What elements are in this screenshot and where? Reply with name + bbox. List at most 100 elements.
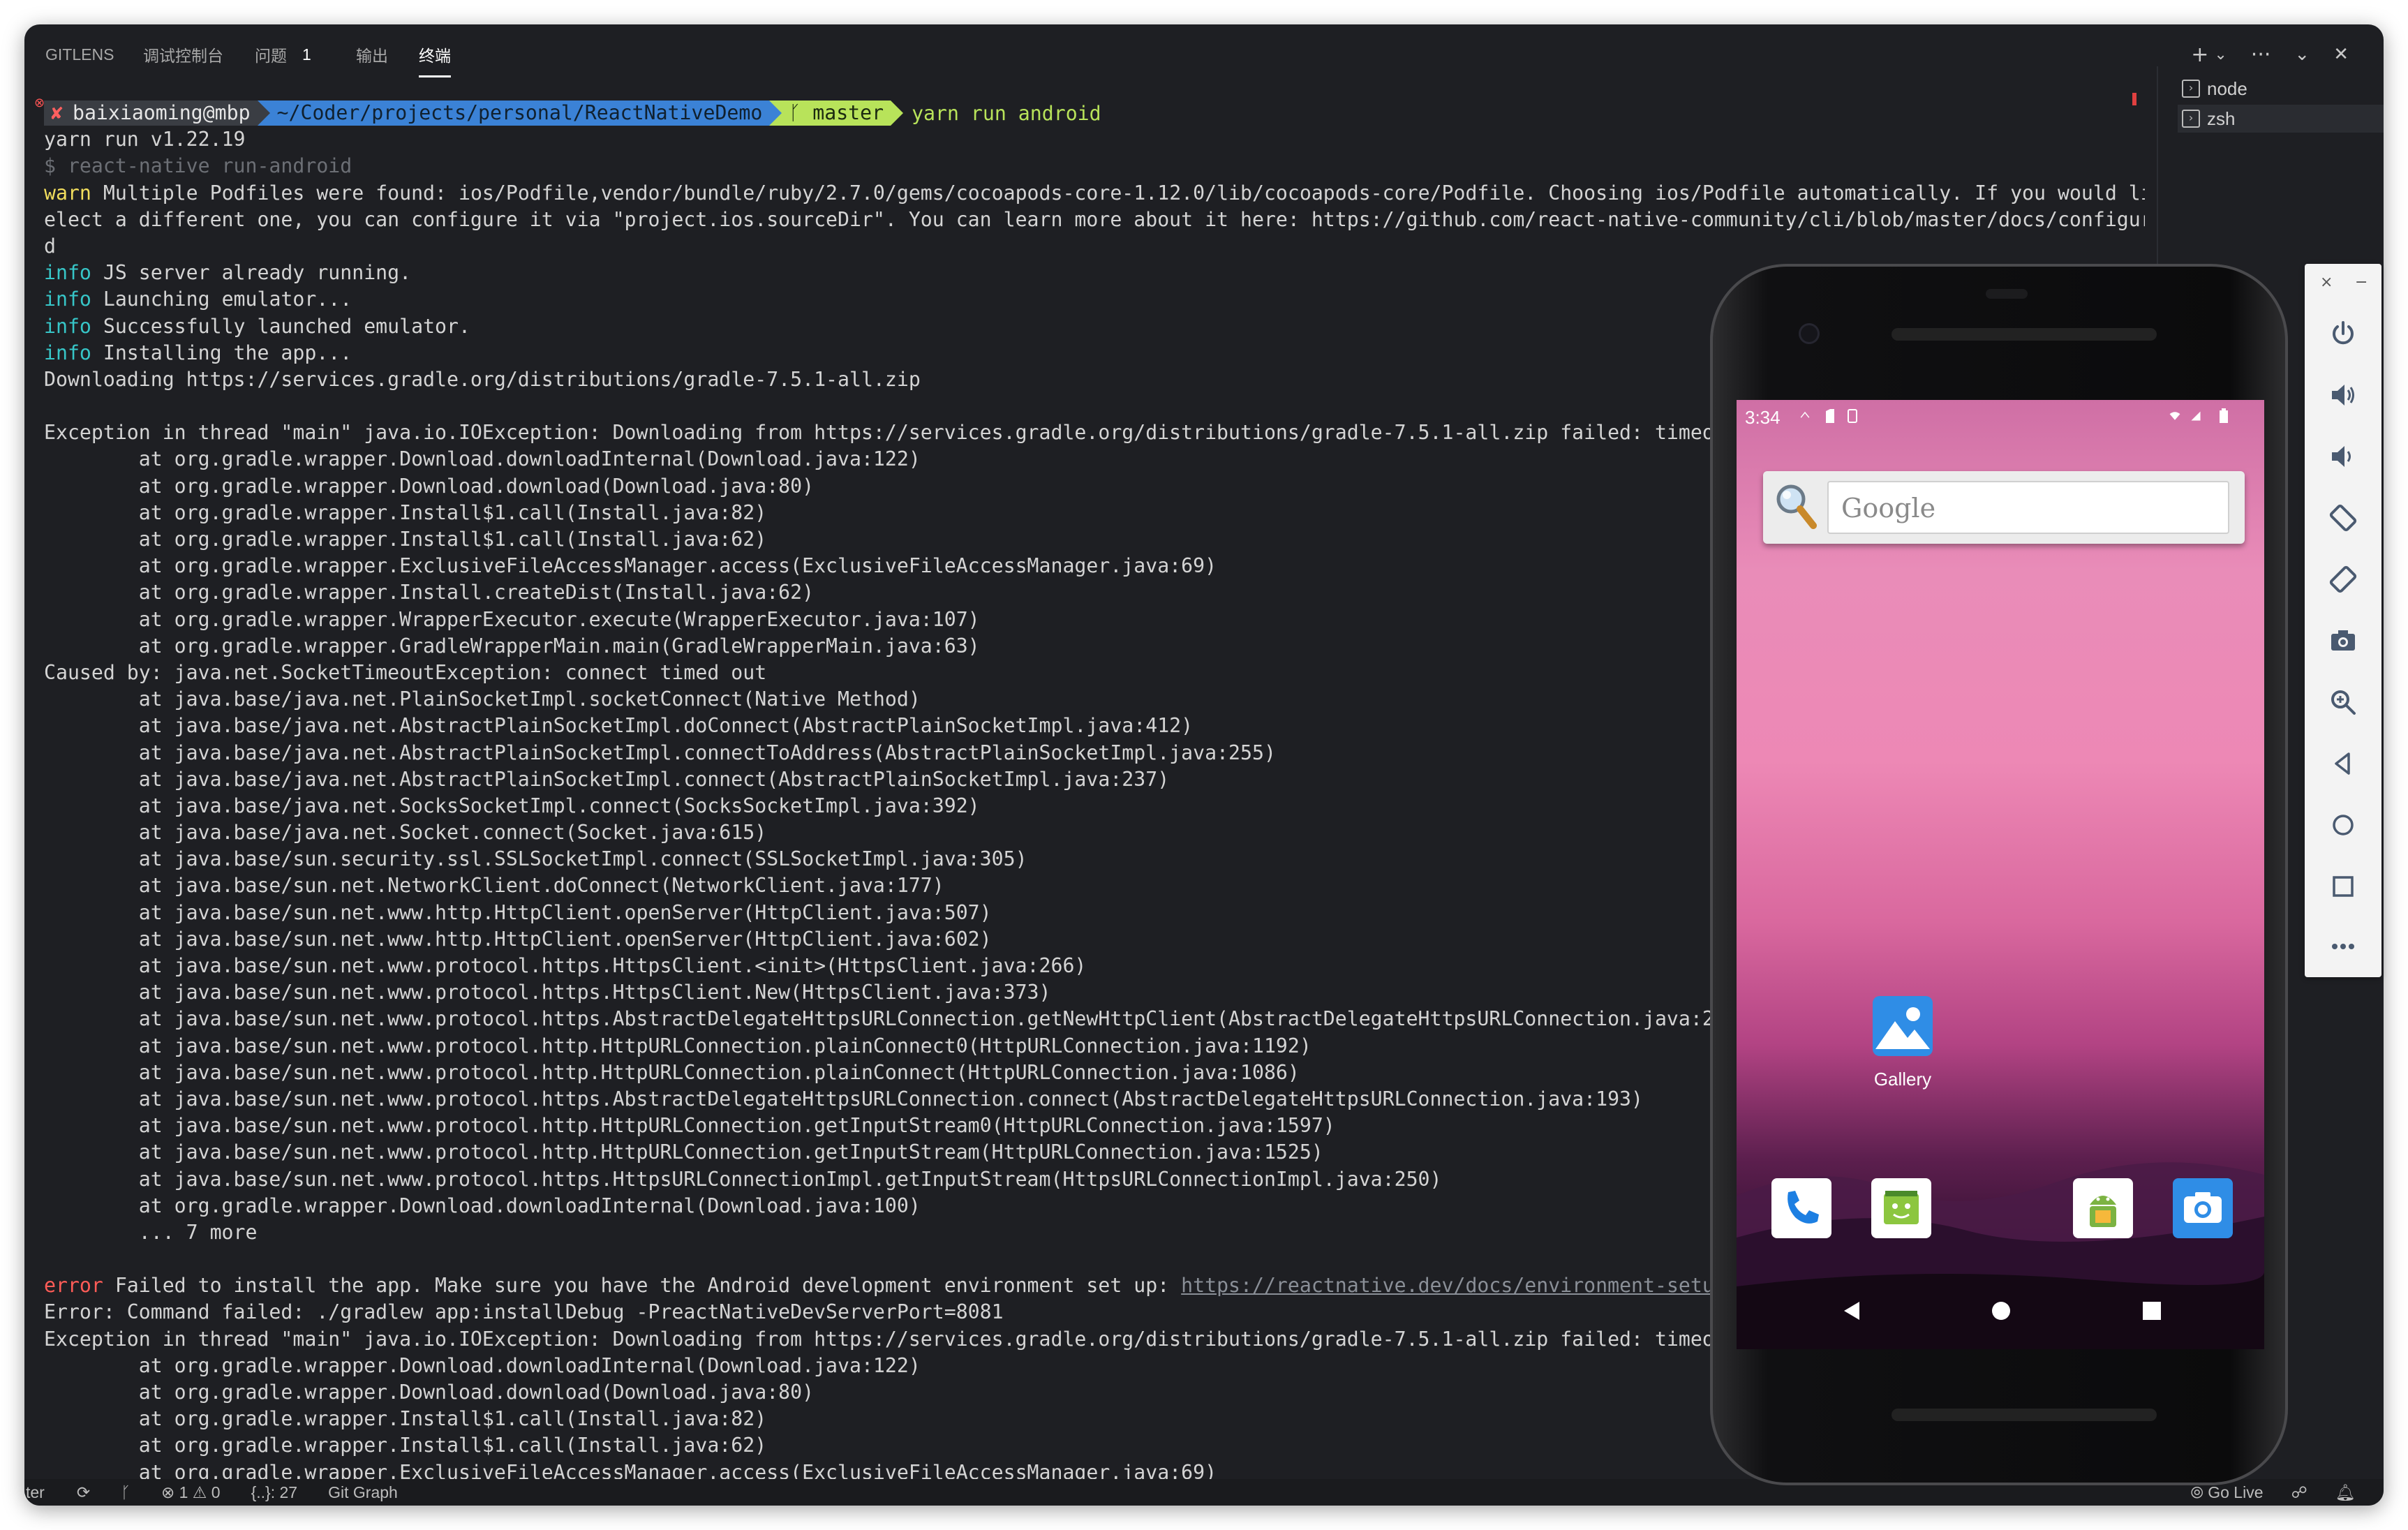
terminal-link[interactable]: https://reactnative.dev/docs/environment… — [1181, 1274, 1726, 1297]
android-overview-icon[interactable] — [2143, 1302, 2161, 1320]
terminal-text: at java.base/java.net.AbstractPlainSocke… — [44, 714, 1194, 738]
terminal-text: Exception in thread "main" java.io.IOExc… — [44, 421, 1738, 445]
home-button[interactable] — [2322, 804, 2364, 846]
terminal-dropdown-icon[interactable]: ⌄ — [2214, 46, 2227, 64]
android-app-icon[interactable] — [2073, 1178, 2133, 1238]
terminal-item-label: zsh — [2207, 107, 2236, 129]
terminal-text: at java.base/sun.net.www.protocol.https.… — [44, 954, 1087, 977]
prompt-path: ~/Coder/projects/personal/ReactNativeDem… — [269, 101, 770, 126]
terminal-text: at org.gradle.wrapper.ExclusiveFileAcces… — [44, 554, 1217, 578]
storage-icon — [1848, 409, 1857, 423]
terminal-text: at java.base/sun.net.www.http.HttpClient… — [44, 927, 992, 951]
wifi-icon — [2169, 412, 2180, 420]
prompt-separator — [769, 101, 782, 126]
phone-screen[interactable]: 3:34 Google Gallery — [1737, 400, 2264, 1349]
android-status-bar: 3:34 — [1737, 400, 2264, 435]
prompt-branch: master — [812, 101, 884, 125]
tab-problems[interactable]: 问题 1 — [255, 24, 311, 84]
tab-output[interactable]: 输出 — [356, 24, 388, 84]
phone-app-icon[interactable] — [1771, 1178, 1831, 1238]
terminal-text: Downloading https://services.gradle.org/… — [44, 367, 921, 391]
broadcast-icon: ⦾ — [2190, 1483, 2208, 1501]
emulator-minimize-button[interactable]: − — [2355, 274, 2368, 291]
sync-icon[interactable]: ⟳ — [77, 1483, 90, 1502]
terminal-text: at org.gradle.wrapper.Install$1.call(Ins… — [44, 1434, 767, 1457]
android-home-icon[interactable] — [1991, 1300, 2012, 1321]
cell-signal-icon — [2191, 411, 2201, 421]
volume-up-button[interactable] — [2322, 374, 2364, 416]
terminal-item-node[interactable]: › node — [2182, 75, 2247, 103]
terminal-item-zsh[interactable]: › zsh — [2178, 105, 2384, 133]
phone-top-sensor — [1986, 289, 2028, 299]
volume-up-icon — [2332, 385, 2354, 406]
terminal-line: yarn run v1.22.19 — [44, 126, 2145, 153]
git-graph-button[interactable]: Git Graph — [328, 1483, 398, 1502]
more-icon — [2332, 944, 2354, 949]
rotate-right-button[interactable] — [2322, 558, 2364, 600]
log-level-info: info — [44, 288, 91, 311]
power-icon — [2333, 321, 2354, 345]
volume-down-button[interactable] — [2322, 436, 2364, 477]
shell-prompt: ✘ baixiaoming@mbp ~/Coder/projects/persona… — [44, 100, 2145, 126]
messaging-app-icon[interactable] — [1871, 1178, 1931, 1238]
more-button[interactable] — [2322, 926, 2364, 967]
bracket-count-status[interactable]: {..}: 27 — [251, 1483, 298, 1502]
problems-status[interactable]: ⊗ 1 ⚠ 0 — [161, 1483, 221, 1502]
terminal-text: at org.gradle.wrapper.Install$1.call(Ins… — [44, 1407, 767, 1431]
terminal-text: at java.base/java.net.Socket.connect(Soc… — [44, 821, 767, 845]
emulator-toolbar: × − — [2305, 264, 2381, 977]
new-terminal-button[interactable]: + — [2191, 43, 2208, 67]
overview-button[interactable] — [2322, 866, 2364, 907]
screenshot-button[interactable] — [2322, 620, 2364, 662]
gallery-app-icon[interactable] — [1871, 995, 1934, 1057]
camera-app-icon[interactable] — [2173, 1178, 2233, 1238]
log-level-warn: warn — [44, 181, 91, 205]
terminal-text: Launching emulator... — [91, 288, 352, 311]
terminal-text: at java.base/java.net.SocksSocketImpl.co… — [44, 794, 980, 817]
prompt-user: baixiaoming@mbp — [72, 101, 251, 125]
terminal-text: at org.gradle.wrapper.Download.downloadI… — [44, 1194, 921, 1217]
terminal-text: at org.gradle.wrapper.Download.download(… — [44, 474, 815, 498]
terminal-text: at org.gradle.wrapper.Install$1.call(Ins… — [44, 500, 767, 524]
zoom-button[interactable] — [2322, 681, 2364, 723]
android-back-icon[interactable] — [1841, 1300, 1862, 1321]
back-button[interactable] — [2322, 743, 2364, 785]
more-actions-button[interactable]: ··· — [2251, 43, 2271, 67]
prompt-branch-segment: ᚴ master — [782, 101, 891, 126]
google-search-input[interactable]: Google — [1827, 481, 2229, 534]
terminal-text: at java.base/sun.net.www.protocol.http.H… — [44, 1114, 1335, 1138]
tab-label: 调试控制台 — [143, 47, 223, 65]
terminal-text: ... 7 more — [44, 1220, 258, 1244]
rotate-left-button[interactable] — [2322, 497, 2364, 539]
volume-down-icon — [2332, 446, 2351, 467]
prompt-command: yarn run android — [912, 101, 1101, 125]
emulator-close-button[interactable]: × — [2320, 274, 2333, 291]
close-panel-button[interactable]: ✕ — [2333, 44, 2349, 65]
tab-terminal[interactable]: 终端 — [419, 24, 451, 84]
status-terminal-label[interactable]: ter — [26, 1483, 45, 1502]
git-branch-icon: ᚴ — [789, 101, 801, 125]
tab-debug-console[interactable]: 调试控制台 — [143, 24, 223, 84]
terminal-text: at java.base/sun.net.www.protocol.https.… — [44, 1167, 1442, 1191]
terminal-text: at java.base/sun.net.www.protocol.https.… — [44, 981, 1051, 1004]
google-search-widget[interactable]: Google — [1763, 471, 2245, 544]
notifications-icon[interactable]: 🔔︎ — [2335, 1483, 2356, 1502]
go-live-button[interactable]: ⦾ Go Live — [2190, 1483, 2263, 1502]
git-branch-status-icon[interactable]: ᚴ — [121, 1483, 131, 1502]
terminal-text: elect a different one, you can configure… — [44, 207, 2145, 231]
terminal-text: Exception in thread "main" java.io.IOExc… — [44, 1327, 1738, 1351]
collapse-panel-button[interactable]: ⌄ — [2294, 44, 2310, 65]
power-button[interactable] — [2322, 313, 2364, 355]
battery-icon — [2220, 408, 2228, 423]
overview-icon — [2333, 876, 2354, 897]
problems-count-badge: 1 — [302, 45, 311, 64]
tab-gitlens[interactable]: GITLENS — [45, 24, 114, 84]
log-level-info: info — [44, 261, 91, 285]
terminal-text: d — [44, 234, 56, 258]
terminal-text: at java.base/sun.net.www.protocol.http.H… — [44, 1141, 1323, 1164]
terminal-line: warn Multiple Podfiles were found: ios/P… — [44, 180, 2145, 207]
sd-card-icon — [1826, 409, 1834, 423]
back-icon — [2335, 752, 2350, 775]
feedback-icon[interactable]: ☍ — [2291, 1483, 2307, 1502]
terminal-line: $ react-native run-android — [44, 153, 2145, 179]
